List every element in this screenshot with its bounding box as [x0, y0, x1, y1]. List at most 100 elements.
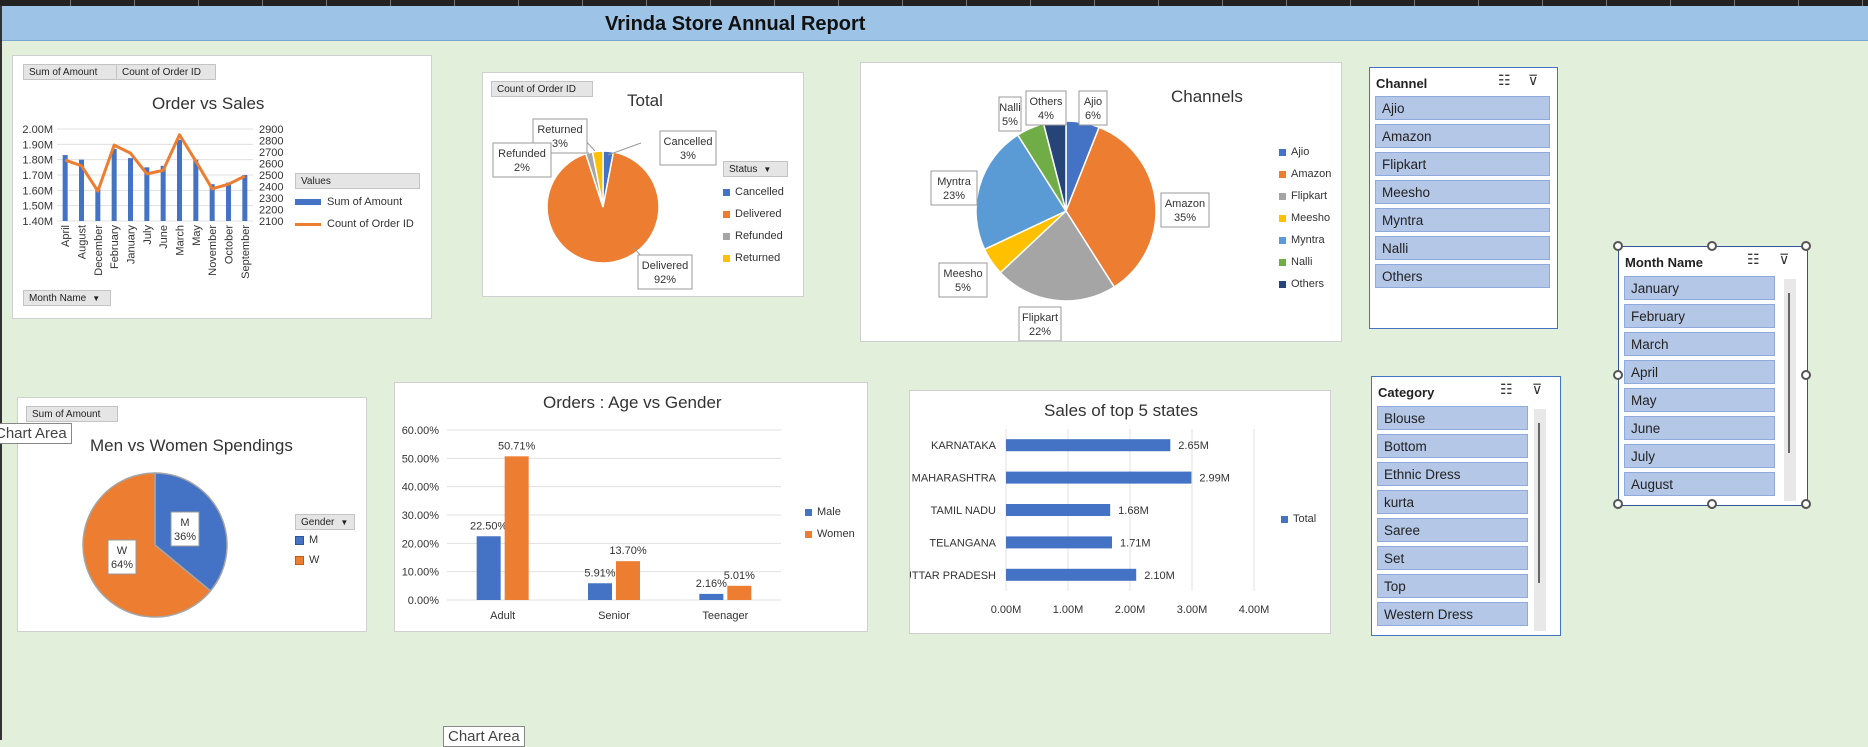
callout-m-text: M: [180, 517, 189, 529]
y-tick-label: TAMIL NADU: [931, 505, 996, 517]
slicer-item-saree[interactable]: Saree: [1377, 518, 1528, 542]
data-label: 22.50%: [470, 520, 508, 532]
channels-chart[interactable]: Channels Ajio 6% Amazon 35% Flipkart 22% Meesh…: [860, 62, 1342, 342]
clear-filter-icon[interactable]: ⊽: [1779, 251, 1789, 268]
bar-may: [193, 159, 199, 221]
slicer-title: Channel: [1376, 76, 1428, 91]
x-tick-label: 2.00M: [1115, 604, 1146, 616]
slicer-item-february[interactable]: February: [1624, 304, 1775, 328]
y-tick-label: 1.70M: [22, 170, 53, 182]
bar-october: [226, 182, 231, 221]
bar-women-adult: [504, 456, 529, 600]
y-tick-label: 10.00%: [402, 567, 440, 579]
x-tick-label: July: [142, 225, 154, 245]
multi-select-icon[interactable]: ☷: [1498, 72, 1511, 89]
multi-select-icon[interactable]: ☷: [1747, 251, 1760, 268]
order-vs-sales-chart[interactable]: Sum of Amount Count of Order ID Order vs…: [12, 55, 432, 319]
clear-filter-icon[interactable]: ⊽: [1532, 381, 1542, 398]
multi-select-icon[interactable]: ☷: [1500, 381, 1513, 398]
slicer-scrollbar[interactable]: [1784, 279, 1796, 501]
resize-handle[interactable]: [1801, 241, 1811, 251]
bar-tamil-nadu: [1006, 504, 1111, 516]
slicer-item-august[interactable]: August: [1624, 472, 1775, 496]
x-tick-label: 3.00M: [1177, 604, 1208, 616]
slicer-item-myntra[interactable]: Myntra: [1375, 208, 1550, 232]
y2-tick-label: 2700: [259, 147, 283, 159]
slicer-item-kurta[interactable]: kurta: [1377, 490, 1528, 514]
slicer-item-meesho[interactable]: Meesho: [1375, 180, 1550, 204]
bar-male-senior: [588, 583, 612, 600]
resize-handle[interactable]: [1613, 241, 1623, 251]
y-tick-label: 2.00M: [22, 124, 53, 136]
callout-flipkart-text: Flipkart: [1022, 312, 1058, 324]
data-label: 50.71%: [498, 440, 536, 452]
slicer-item-june[interactable]: June: [1624, 416, 1775, 440]
callout-meesho-text: 5%: [955, 282, 971, 294]
y2-tick-label: 2900: [259, 124, 283, 136]
data-label: 1.68M: [1118, 505, 1149, 517]
bar-women-teenager: [727, 585, 752, 600]
channel-slicer[interactable]: Channel ☷ ⊽ Ajio Amazon Flipkart Meesho Mynt…: [1369, 67, 1558, 329]
resize-handle[interactable]: [1707, 241, 1717, 251]
slicer-item-others[interactable]: Others: [1375, 264, 1550, 288]
slicer-scrollbar[interactable]: [1534, 409, 1546, 631]
states-legend: Total: [1281, 508, 1316, 530]
slicer-item-nalli[interactable]: Nalli: [1375, 236, 1550, 260]
sheet-left-edge: [0, 6, 2, 740]
y2-tick-label: 2400: [259, 182, 283, 194]
dropdown-arrow-icon: ▼: [763, 165, 772, 174]
legend-returned: Returned: [735, 252, 781, 264]
age-vs-gender-chart[interactable]: Orders : Age vs Gender 60.00% 50.00% 40.00…: [394, 382, 868, 632]
slicer-item-set[interactable]: Set: [1377, 546, 1528, 570]
order-status-chart[interactable]: Count of Order ID Total Cancelled 3% Retur…: [482, 72, 804, 297]
bar-september: [242, 175, 248, 221]
callout-w-text: W: [117, 545, 128, 557]
x-tick-label: August: [77, 225, 89, 259]
callout-refunded-text: 2%: [514, 162, 530, 174]
callout-myntra-text: 23%: [943, 190, 965, 202]
slicer-item-western-dress[interactable]: Western Dress: [1377, 602, 1528, 626]
x-tick-label: June: [158, 225, 170, 249]
y-tick-label: 0.00%: [408, 595, 439, 607]
bar-male-teenager: [699, 593, 724, 600]
slicer-item-january[interactable]: January: [1624, 276, 1775, 300]
slicer-item-top[interactable]: Top: [1377, 574, 1528, 598]
gender-filter-button[interactable]: Gender ▼: [295, 514, 355, 530]
data-label: 2.99M: [1199, 473, 1230, 485]
top-states-chart[interactable]: Sales of top 5 states 0.00M 1.00M 2.00M 3.0…: [909, 390, 1331, 634]
resize-handle[interactable]: [1707, 499, 1717, 509]
slicer-item-bottom[interactable]: Bottom: [1377, 434, 1528, 458]
clear-filter-icon[interactable]: ⊽: [1528, 72, 1538, 89]
callout-others-text: Others: [1029, 96, 1063, 108]
callout-w-text: 64%: [111, 559, 133, 571]
category-slicer[interactable]: Category ☷ ⊽ Blouse Bottom Ethnic Dress kur…: [1371, 376, 1561, 636]
dropdown-arrow-icon: ▼: [340, 518, 349, 527]
slicer-item-july[interactable]: July: [1624, 444, 1775, 468]
callout-ajio-text: 6%: [1085, 110, 1101, 122]
age-gender-legend: Male Women: [805, 501, 855, 545]
resize-handle[interactable]: [1801, 499, 1811, 509]
slicer-item-may[interactable]: May: [1624, 388, 1775, 412]
resize-handle[interactable]: [1613, 499, 1623, 509]
callout-amazon-text: Amazon: [1165, 198, 1205, 210]
slicer-item-blouse[interactable]: Blouse: [1377, 406, 1528, 430]
bar-january: [128, 158, 133, 221]
data-label: 2.65M: [1178, 440, 1209, 452]
resize-handle[interactable]: [1801, 370, 1811, 380]
slicer-item-march[interactable]: March: [1624, 332, 1775, 356]
slicer-item-amazon[interactable]: Amazon: [1375, 124, 1550, 148]
month-slicer[interactable]: Month Name ☷ ⊽ January February March April…: [1618, 246, 1808, 506]
resize-handle[interactable]: [1613, 370, 1623, 380]
callout-delivered-text: Delivered: [642, 260, 688, 272]
channels-pie-plot: Ajio 6% Amazon 35% Flipkart 22% Meesho 5% Myntra…: [930, 90, 1210, 341]
slicer-item-ethnic-dress[interactable]: Ethnic Dress: [1377, 462, 1528, 486]
y-tick-label: 1.80M: [22, 155, 53, 167]
slicer-item-ajio[interactable]: Ajio: [1375, 96, 1550, 120]
month-name-axis-button[interactable]: Month Name ▼: [23, 290, 111, 306]
slicer-item-april[interactable]: April: [1624, 360, 1775, 384]
status-filter-button[interactable]: Status ▼: [723, 161, 788, 177]
y2-tick-label: 2500: [259, 170, 283, 182]
values-legend: Values Sum of Amount Count of Order ID: [295, 173, 420, 235]
slicer-item-flipkart[interactable]: Flipkart: [1375, 152, 1550, 176]
y-tick-label: TELANGANA: [929, 537, 996, 549]
